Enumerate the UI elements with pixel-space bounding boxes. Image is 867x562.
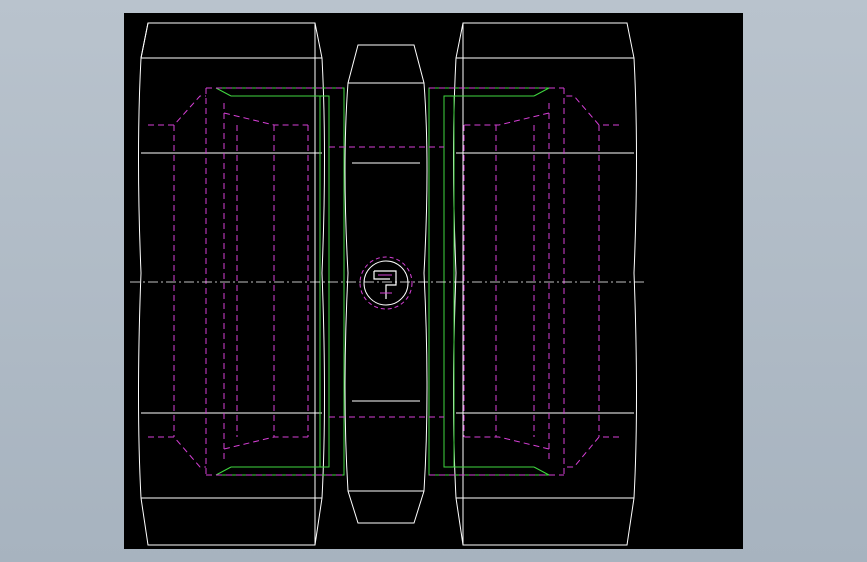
- center-hex-body: [344, 44, 428, 524]
- hidden-lines: [148, 87, 619, 476]
- cad-viewport[interactable]: [124, 13, 743, 549]
- origin-symbol-icon[interactable]: [359, 256, 413, 310]
- fitting-drawing: [130, 22, 644, 546]
